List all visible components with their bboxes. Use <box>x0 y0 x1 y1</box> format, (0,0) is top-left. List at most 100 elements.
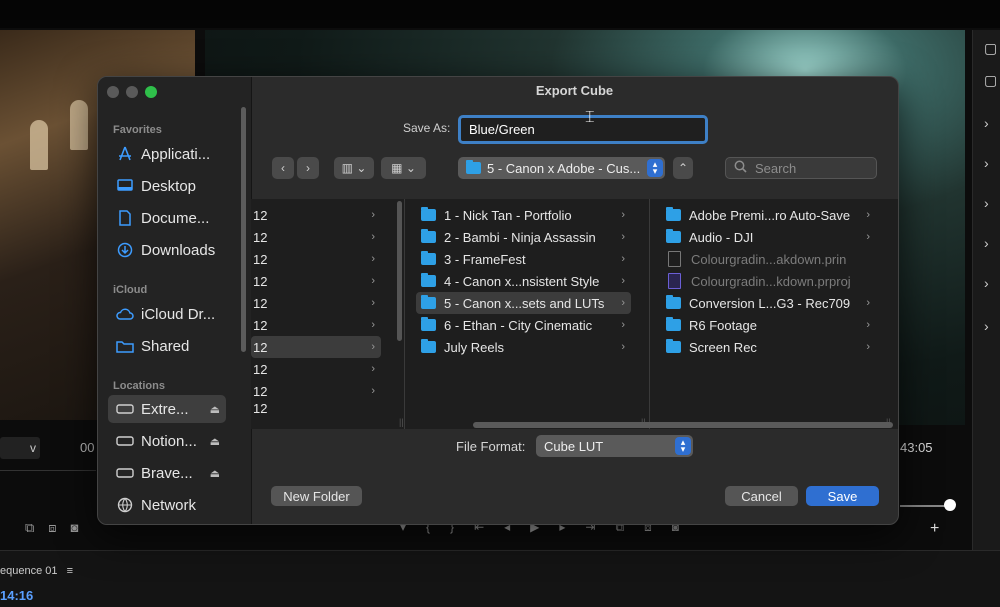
back-button[interactable]: ‹ <box>272 157 294 179</box>
chevron-right-icon[interactable]: › <box>984 318 989 334</box>
expand-collapse-button[interactable]: ⌃ <box>673 157 693 179</box>
sidebar-item-network[interactable]: Network <box>108 491 226 519</box>
list-item[interactable]: 12 › <box>251 292 381 314</box>
network-icon <box>116 497 134 513</box>
chevron-right-icon: › <box>371 209 375 221</box>
list-item[interactable]: Adobe Premi...ro Auto-Save › <box>661 204 876 226</box>
chevron-right-icon: › <box>621 341 625 353</box>
source-scrub-bar[interactable] <box>0 470 96 489</box>
column-resize-handle[interactable]: || <box>399 417 404 427</box>
program-scrub-bar[interactable] <box>900 505 950 507</box>
new-folder-button[interactable]: New Folder <box>271 486 362 506</box>
overwrite-icon[interactable]: ⧈ <box>48 520 56 536</box>
sidebar-item-brave-drive[interactable]: Brave... ⏏ <box>108 459 226 487</box>
eject-icon[interactable]: ⏏ <box>210 467 220 480</box>
list-item[interactable]: 12 › <box>251 248 381 270</box>
camera-icon[interactable]: ◙ <box>71 520 79 536</box>
eject-icon[interactable]: ⏏ <box>210 403 220 416</box>
list-item[interactable]: R6 Footage › <box>661 314 876 336</box>
list-item-disabled: Colourgradin...akdown.prin <box>661 248 876 270</box>
chevron-right-icon: › <box>621 231 625 243</box>
sidebar-item-desktop[interactable]: Desktop <box>108 172 226 200</box>
list-item[interactable]: July Reels › <box>416 336 631 358</box>
forward-button[interactable]: › <box>297 157 319 179</box>
program-timecode: 43:05 <box>900 440 933 455</box>
panel-expand-icon[interactable]: ▢ <box>984 40 997 57</box>
source-zoom-dropdown[interactable]: v <box>0 437 40 459</box>
list-item[interactable]: Audio - DJI › <box>661 226 876 248</box>
location-label: 5 - Canon x Adobe - Cus... <box>487 160 641 176</box>
chevron-right-icon[interactable]: › <box>984 195 989 211</box>
horizontal-scrollbar[interactable] <box>473 422 893 428</box>
list-item-label: 12 <box>253 273 268 289</box>
location-popup[interactable]: 5 - Canon x Adobe - Cus... ▴ ▾ <box>458 157 665 179</box>
sidebar-item-extreme-drive[interactable]: Extre... ⏏ <box>108 395 226 423</box>
search-icon <box>734 160 747 176</box>
sidebar-item-icloud-drive[interactable]: iCloud Dr... <box>108 300 226 328</box>
sidebar-item-label: Brave... <box>141 464 193 482</box>
folder-icon <box>421 295 436 309</box>
search-input[interactable] <box>753 159 867 177</box>
panel-expand-icon[interactable]: ▢ <box>984 72 997 89</box>
list-item[interactable]: 2 - Bambi - Ninja Assassin › <box>416 226 631 248</box>
list-item-label: 12 <box>253 402 268 414</box>
sidebar-item-notion-drive[interactable]: Notion... ⏏ <box>108 427 226 455</box>
folder-icon <box>421 317 436 331</box>
sidebar-item-downloads[interactable]: Downloads <box>108 236 226 264</box>
cancel-button[interactable]: Cancel <box>725 486 798 506</box>
search-box[interactable] <box>725 157 877 179</box>
add-button-icon[interactable]: + <box>930 520 939 538</box>
save-button[interactable]: Save <box>806 486 879 506</box>
list-item-label: Screen Rec <box>689 339 757 355</box>
chevron-right-icon: › <box>621 253 625 265</box>
sequence-tab[interactable]: equence 01 ≡ <box>0 565 73 577</box>
save-as-field[interactable] <box>458 115 708 144</box>
list-item[interactable]: 12 › <box>251 314 381 336</box>
list-item-label: 1 - Nick Tan - Portfolio <box>444 207 572 223</box>
list-item[interactable]: 12 <box>251 402 381 414</box>
group-button[interactable]: ▦ ⌄ <box>381 157 426 179</box>
sidebar-section-title: Locations <box>113 380 165 392</box>
list-item[interactable]: 12 › <box>251 380 381 402</box>
playhead-knob[interactable] <box>944 499 956 511</box>
sidebar-item-shared[interactable]: Shared <box>108 332 226 360</box>
insert-icon[interactable]: ⧉ <box>25 520 34 536</box>
list-item[interactable]: 3 - FrameFest › <box>416 248 631 270</box>
sidebar-item-label: Shared <box>141 337 190 355</box>
list-item-label: July Reels <box>444 339 504 355</box>
chevron-right-icon[interactable]: › <box>984 155 989 171</box>
sidebar-item-applications[interactable]: Applicati... <box>108 140 226 168</box>
sidebar-item-label: Extre... <box>141 400 189 418</box>
minimize-window-button[interactable] <box>126 86 138 98</box>
eject-icon[interactable]: ⏏ <box>210 435 220 448</box>
close-window-button[interactable] <box>107 86 119 98</box>
chevron-right-icon[interactable]: › <box>984 115 989 131</box>
chevron-right-icon[interactable]: › <box>984 235 989 251</box>
list-item[interactable]: 12 › <box>251 270 381 292</box>
sidebar-item-documents[interactable]: Docume... <box>108 204 226 232</box>
list-item-label: 12 <box>253 229 268 245</box>
list-item[interactable]: 4 - Canon x...nsistent Style › <box>416 270 631 292</box>
sequence-menu-icon[interactable]: ≡ <box>67 565 73 577</box>
file-format-popup[interactable]: Cube LUT ▴ ▾ <box>536 435 693 457</box>
folder-icon <box>421 251 436 265</box>
sidebar-scrollbar[interactable] <box>241 107 246 352</box>
chevron-right-icon: › <box>621 209 625 221</box>
chevron-right-icon[interactable]: › <box>984 275 989 291</box>
zoom-window-button[interactable] <box>145 86 157 98</box>
column-scrollbar[interactable] <box>397 201 402 341</box>
documents-icon <box>116 210 134 226</box>
drive-icon <box>116 401 134 417</box>
list-item[interactable]: 6 - Ethan - City Cinematic › <box>416 314 631 336</box>
view-mode-button[interactable]: ▥ ⌄ <box>334 157 374 179</box>
chevron-right-icon: › <box>866 319 870 331</box>
list-item[interactable]: 1 - Nick Tan - Portfolio › <box>416 204 631 226</box>
list-item[interactable]: 12 › <box>251 358 381 380</box>
list-item[interactable]: 12 › <box>251 226 381 248</box>
list-item[interactable]: Screen Rec › <box>661 336 876 358</box>
list-item[interactable]: 12 › <box>251 204 381 226</box>
list-item-selected[interactable]: 5 - Canon x...sets and LUTs › <box>416 292 631 314</box>
list-item[interactable]: Conversion L...G3 - Rec709 › <box>661 292 876 314</box>
list-item-selected[interactable]: 12 › <box>251 336 381 358</box>
folder-icon <box>421 229 436 243</box>
